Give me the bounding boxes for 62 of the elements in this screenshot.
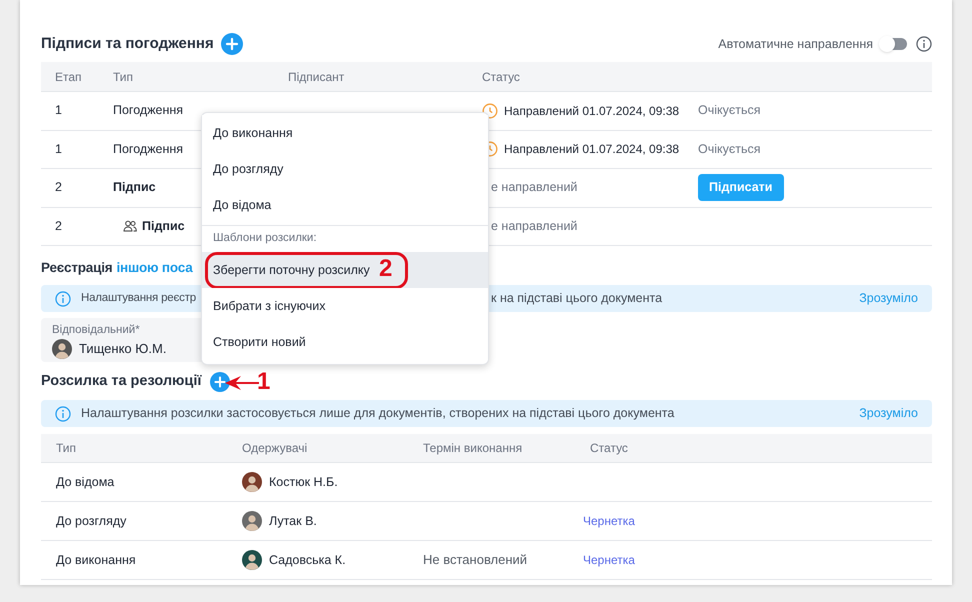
info-icon[interactable] bbox=[916, 36, 932, 52]
table-cell-text: Костюк Н.Б. bbox=[269, 474, 338, 491]
avatar-icon bbox=[242, 550, 262, 570]
menu-item[interactable]: До виконання bbox=[213, 124, 293, 142]
menu-heading: Шаблони розсилки: bbox=[213, 231, 317, 246]
field-label: Відповідальний* bbox=[52, 323, 141, 337]
toggle-switch[interactable] bbox=[881, 38, 907, 50]
info-icon bbox=[55, 406, 71, 422]
status-text: Очікується bbox=[698, 140, 761, 158]
table-cell-text: Підпис bbox=[142, 218, 185, 235]
column-header: Статус bbox=[590, 441, 628, 455]
column-header: Тип bbox=[56, 441, 76, 455]
status-text: Направлений 01.07.2024, 09:38 bbox=[504, 102, 680, 120]
table-cell: До відома bbox=[56, 474, 114, 489]
banner-text: Налаштування реєстр bbox=[81, 290, 196, 306]
table-cell-text: Погодження bbox=[113, 140, 184, 158]
annotation-number: 1 bbox=[257, 368, 270, 396]
status-text: е направлений bbox=[490, 179, 578, 196]
menu-item[interactable]: До розгляду bbox=[213, 160, 284, 178]
table-cell: 1 bbox=[55, 142, 62, 156]
toggle-label: Автоматичне направлення bbox=[718, 36, 873, 53]
section-title: Розсилка та резолюції bbox=[41, 372, 202, 392]
status-text: е направлений bbox=[490, 218, 578, 235]
status-text: Чернетка bbox=[583, 514, 635, 528]
table-cell: 2 bbox=[55, 218, 62, 233]
table-cell-text: Погодження bbox=[113, 102, 184, 120]
table-cell: До розгляду bbox=[56, 514, 126, 528]
column-header: Етап bbox=[55, 70, 82, 84]
banner-text: Налаштування розсилки застосовується лише для документів, створених на підставі цього документа bbox=[81, 405, 674, 422]
section-title: Реєстрація bbox=[41, 258, 112, 277]
menu-item[interactable]: Зберегти поточну розсилку bbox=[213, 260, 370, 280]
group-icon bbox=[123, 220, 137, 232]
table-cell-text: Підпис bbox=[113, 179, 156, 196]
clock-icon bbox=[489, 141, 498, 158]
column-header: Одержувачі bbox=[242, 441, 308, 455]
status-text: Очікується bbox=[698, 102, 761, 120]
status-text: Чернетка bbox=[583, 552, 635, 567]
field-value: Тищенко Ю.М. bbox=[79, 340, 166, 358]
column-header: Термін виконання bbox=[423, 441, 522, 455]
column-header: Статус bbox=[482, 70, 520, 84]
status-text: Направлений 01.07.2024, 09:38 bbox=[504, 141, 680, 158]
section-title: Підписи та погодження bbox=[41, 34, 214, 54]
menu-item[interactable]: Створити новий bbox=[213, 332, 306, 352]
table-cell: 2 bbox=[55, 180, 62, 194]
add-button[interactable] bbox=[210, 372, 230, 392]
table-cell-text: Садовська К. bbox=[269, 552, 346, 569]
info-icon bbox=[55, 290, 71, 306]
banner-text: к на підставі цього документа bbox=[491, 290, 662, 308]
annotation-number: 2 bbox=[379, 255, 392, 283]
avatar-icon bbox=[52, 339, 72, 359]
arrow-icon bbox=[225, 376, 259, 390]
table-cell-text: Лутак В. bbox=[269, 512, 317, 530]
column-header: Тип bbox=[113, 70, 134, 84]
table-cell: До виконання bbox=[56, 552, 136, 567]
avatar-icon bbox=[242, 472, 262, 492]
table-cell: 1 bbox=[55, 103, 62, 118]
avatar-icon bbox=[242, 511, 262, 531]
add-button[interactable] bbox=[220, 33, 243, 55]
column-header: Підписант bbox=[288, 70, 344, 84]
menu-item[interactable]: До відома bbox=[213, 196, 272, 214]
table-cell: Не встановлений bbox=[423, 552, 528, 568]
menu-item[interactable]: Вибрати з існуючих bbox=[213, 296, 326, 316]
